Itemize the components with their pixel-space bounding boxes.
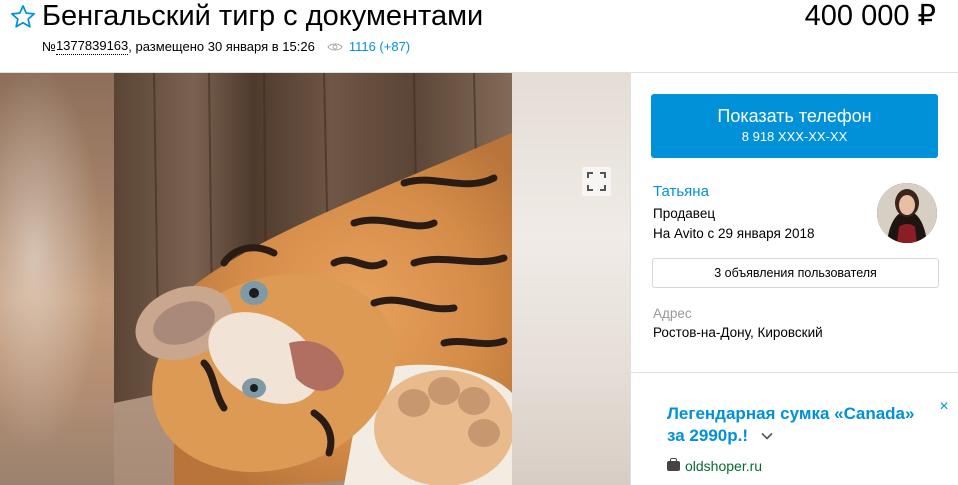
tiger-cub-photo	[114, 73, 512, 485]
ad-domain-text: oldshoper.ru	[685, 458, 763, 474]
page-title: Бенгальский тигр с документами	[42, 0, 484, 32]
show-phone-label: Показать телефон	[717, 106, 872, 126]
chevron-down-icon[interactable]	[760, 429, 774, 443]
avatar[interactable]	[877, 183, 937, 243]
seller-name-link[interactable]: Татьяна	[653, 183, 709, 201]
views-count: 1116 (+87)	[348, 38, 411, 54]
fullscreen-button[interactable]	[582, 167, 611, 196]
eye-icon	[327, 43, 343, 50]
avatar-photo	[877, 183, 937, 243]
posted-date: , размещено 30 января в 15:26	[128, 38, 315, 54]
listing-header: Бенгальский тигр с документами 400 000 ₽…	[0, 0, 958, 72]
sidebar-divider	[630, 73, 631, 485]
gallery-blur-right	[512, 73, 630, 485]
fullscreen-icon	[587, 172, 606, 191]
photo-gallery[interactable]	[0, 73, 630, 485]
seller-since: На Avito с 29 января 2018	[653, 226, 815, 241]
address-label: Адрес	[653, 306, 692, 321]
user-ads-button[interactable]: 3 объявления пользователя	[652, 258, 939, 288]
views-counter[interactable]: 1116 (+87)	[327, 39, 410, 55]
listing-id: 1377839163	[55, 38, 129, 55]
price: 400 000 ₽	[804, 0, 936, 32]
masked-phone: 8 918 XXX-XX-XX	[741, 129, 848, 144]
main-photo[interactable]	[114, 73, 512, 485]
listing-id-prefix: №	[42, 38, 56, 54]
listing-page: Бенгальский тигр с документами 400 000 ₽…	[0, 0, 958, 485]
ad-divider	[631, 372, 958, 373]
listing-meta: № 1377839163 , размещено 30 января в 15:…	[42, 38, 410, 55]
ad-domain-link[interactable]: oldshoper.ru	[667, 457, 762, 475]
seller-role: Продавец	[653, 206, 716, 221]
gallery-blur-left	[0, 73, 114, 485]
address-value: Ростов-на-Дону, Кировский	[653, 325, 823, 340]
close-icon[interactable]: ×	[937, 399, 951, 415]
star-outline-icon[interactable]	[8, 3, 38, 31]
ad-title-link[interactable]: Легендарная сумка «Canada» за 2990р.!	[667, 403, 929, 447]
bag-icon	[667, 458, 680, 471]
show-phone-button[interactable]: Показать телефон 8 918 XXX-XX-XX	[651, 94, 938, 158]
